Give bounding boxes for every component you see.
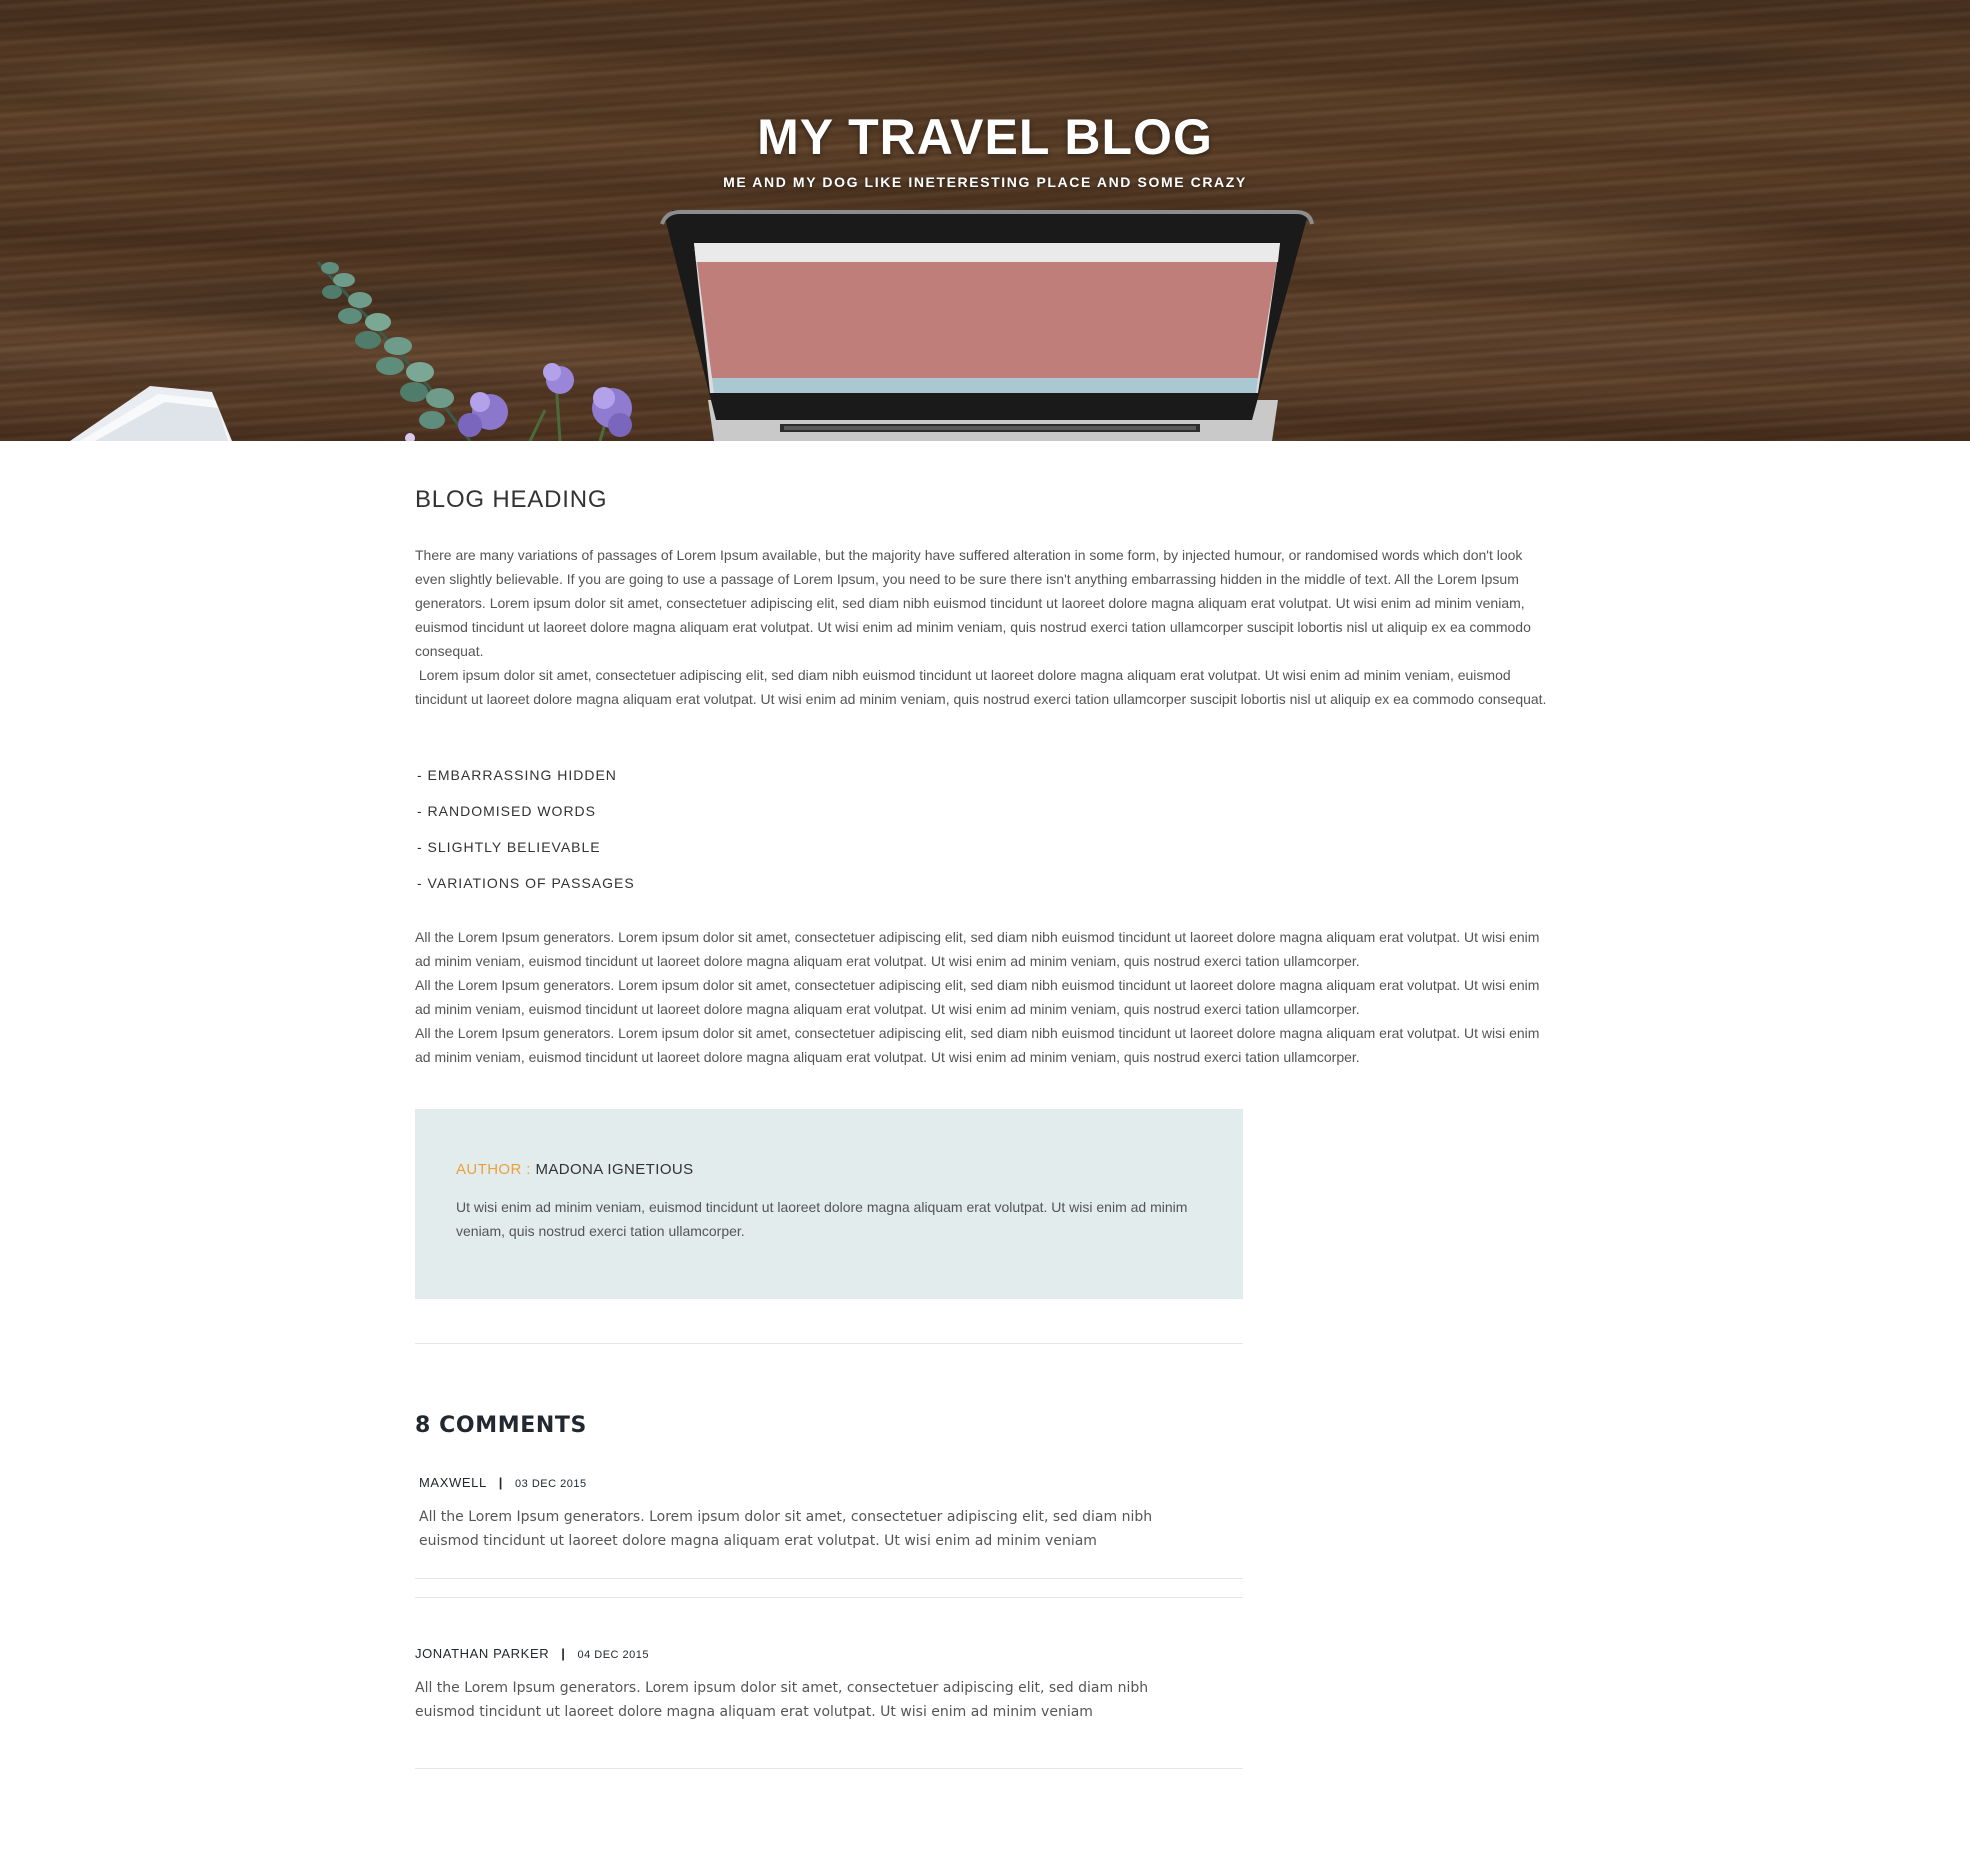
list-item: - SLIGHTLY BELIEVABLE	[417, 839, 601, 855]
generators-paragraph: All the Lorem Ipsum generators. Lorem ip…	[415, 977, 1540, 1017]
generators-paragraph: All the Lorem Ipsum generators. Lorem ip…	[415, 1025, 1540, 1065]
blog-title: MY TRAVEL BLOG	[757, 109, 1213, 165]
author-box: AUTHOR : MADONA IGNETIOUS Ut wisi enim a…	[415, 1109, 1243, 1299]
hero-background-image	[70, 210, 1314, 441]
comment-divider	[415, 1578, 1243, 1579]
list-item: - VARIATIONS OF PASSAGES	[417, 875, 635, 891]
intro-text-block: There are many variations of passages of…	[415, 543, 1555, 711]
comment-divider	[415, 1768, 1243, 1769]
intro-paragraph: There are many variations of passages of…	[415, 547, 1531, 659]
paper-stack-image	[70, 386, 232, 441]
comment-meta: JONATHAN PARKER | 04 DEC 2015	[415, 1646, 649, 1661]
comment-text: All the Lorem Ipsum generators. Lorem ip…	[415, 1680, 1149, 1720]
generators-text-block: All the Lorem Ipsum generators. Lorem ip…	[415, 925, 1555, 1069]
highlights-list: - EMBARRASSING HIDDEN - RANDOMISED WORDS…	[415, 763, 635, 907]
author-line: AUTHOR : MADONA IGNETIOUS	[456, 1161, 694, 1178]
second-paragraph: Lorem ipsum dolor sit amet, consectetuer…	[415, 667, 1547, 707]
list-item: - EMBARRASSING HIDDEN	[417, 767, 617, 783]
comment-date: 03 DEC 2015	[515, 1478, 587, 1490]
comment-text: All the Lorem Ipsum generators. Lorem ip…	[419, 1509, 1153, 1549]
comment-meta: MAXWELL | 03 DEC 2015	[419, 1475, 587, 1490]
author-bio: Ut wisi enim ad minim veniam, euismod ti…	[456, 1199, 1188, 1239]
generators-paragraph: All the Lorem Ipsum generators. Lorem ip…	[415, 929, 1540, 969]
blog-tagline: ME AND MY DOG LIKE INETERESTING PLACE AN…	[723, 174, 1247, 190]
meta-separator: |	[561, 1646, 566, 1661]
plant-image	[316, 261, 472, 441]
post-heading: BLOG HEADING	[415, 486, 608, 513]
comment-author[interactable]: JONATHAN PARKER	[415, 1646, 549, 1661]
meta-separator: |	[498, 1475, 504, 1490]
list-item: - RANDOMISED WORDS	[417, 803, 596, 819]
hero-banner: MY TRAVEL BLOG ME AND MY DOG LIKE INETER…	[0, 0, 1970, 441]
section-divider	[415, 1343, 1243, 1344]
comment-date: 04 DEC 2015	[577, 1649, 649, 1661]
laptop-image	[660, 210, 1314, 441]
author-label: AUTHOR :	[456, 1161, 536, 1178]
comment-author[interactable]: MAXWELL	[419, 1475, 487, 1490]
comment-divider	[415, 1597, 1243, 1598]
author-name[interactable]: MADONA IGNETIOUS	[535, 1161, 693, 1178]
comments-count-heading: 8 COMMENTS	[415, 1413, 587, 1438]
